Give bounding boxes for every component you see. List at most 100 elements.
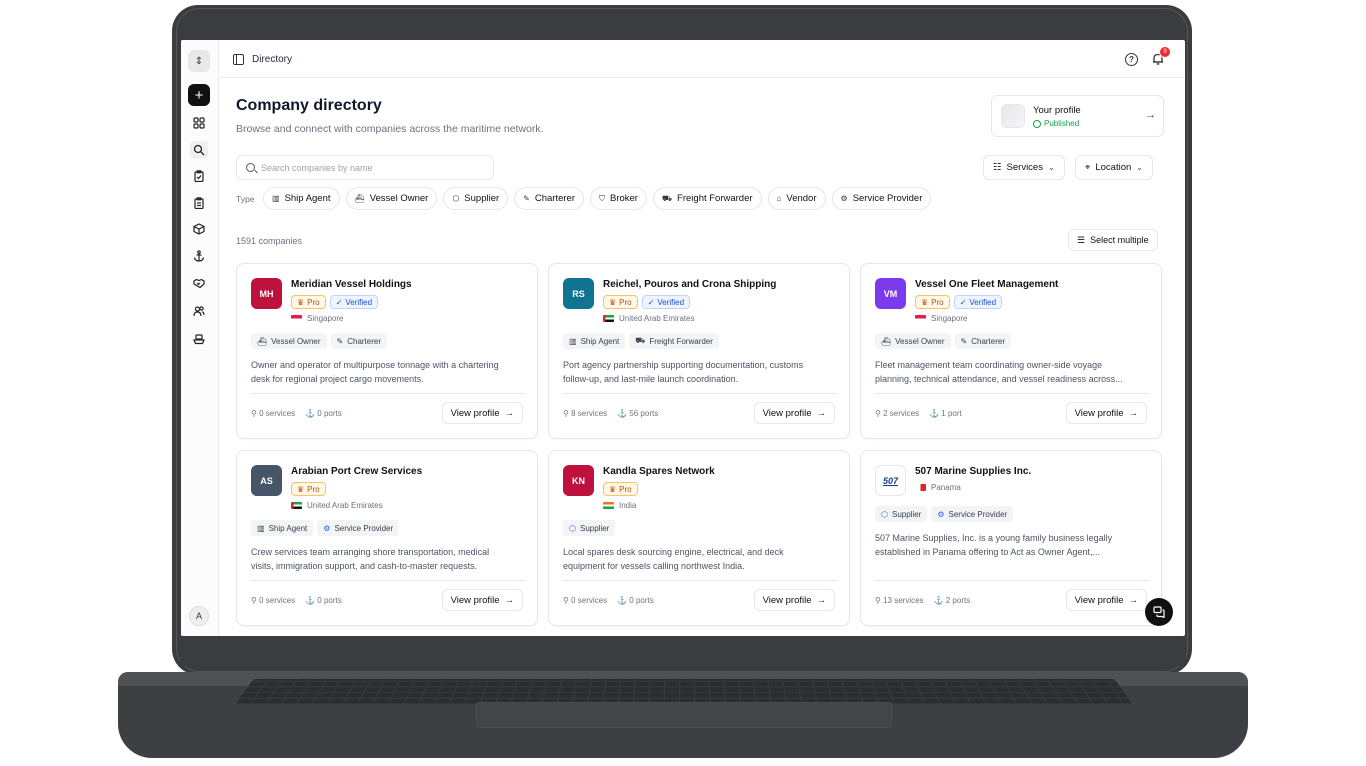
ship-icon: [193, 334, 205, 345]
anchor-icon: [193, 250, 205, 262]
type-filter-chips: ▥ Ship Agent ⛴ Vessel Owner ⬡ Supplier ✎ Cha…: [263, 187, 932, 210]
type-filter-label: Type: [236, 194, 255, 204]
tag-label: Supplier: [579, 523, 610, 533]
description-line: Owner and operator of multipurpose tonna…: [251, 360, 499, 370]
card-divider: [875, 580, 1149, 581]
tag: ⬡ Supplier: [875, 506, 928, 522]
chip-service-provider[interactable]: ⚙ Service Provider: [831, 187, 932, 210]
company-name: Vessel One Fleet Management: [915, 279, 1059, 290]
tag-label: Service Provider: [334, 523, 394, 533]
description-line: Crew services team arranging shore trans…: [251, 547, 490, 557]
sidebar-item-ports[interactable]: [190, 247, 208, 265]
package-icon: ⬡: [569, 523, 576, 533]
view-profile-button[interactable]: View profile →: [1065, 402, 1147, 424]
view-profile-button[interactable]: View profile →: [441, 589, 523, 611]
arrow-right-icon: →: [1145, 109, 1156, 121]
ports-count: ⚓ 1 port: [929, 409, 962, 418]
view-profile-label: View profile: [1074, 407, 1124, 419]
tag-label: Freight Forwarder: [649, 336, 713, 346]
services-count: ⚲ 8 services: [563, 409, 607, 418]
tag: ✎ Charterer: [330, 333, 388, 349]
arrow-right-icon: →: [816, 407, 827, 419]
company-card[interactable]: RS Reichel, Pouros and Crona Shipping ♛ P…: [548, 263, 850, 439]
chip-supplier[interactable]: ⬡ Supplier: [443, 187, 509, 210]
sidebar: ⇕ + A: [181, 40, 219, 636]
card-divider: [563, 580, 837, 581]
services-text: 8 services: [571, 409, 608, 418]
file-edit-icon: ✎: [523, 194, 530, 203]
description-line: 507 Marine Supplies, Inc. is a young fam…: [875, 533, 1113, 543]
company-description: Fleet management team coordinating owner…: [875, 358, 1151, 386]
view-profile-button[interactable]: View profile →: [1065, 589, 1147, 611]
ports-text: 1 port: [941, 409, 962, 418]
select-multiple-button[interactable]: ☰ Select multiple: [1068, 229, 1158, 251]
company-card[interactable]: MH Meridian Vessel Holdings ♛ Pro ✓ Verifi…: [236, 263, 538, 439]
pro-label: Pro: [619, 297, 632, 307]
sidebar-item-documents[interactable]: [190, 194, 208, 212]
help-circle-icon[interactable]: ?: [1125, 53, 1138, 66]
chip-broker[interactable]: ⛉ Broker: [589, 187, 647, 210]
company-card[interactable]: AS Arabian Port Crew Services ♛ Pro Unite…: [236, 450, 538, 626]
search-input[interactable]: [261, 160, 486, 176]
workspace-switcher[interactable]: ⇕: [188, 50, 210, 72]
sidebar-toggle-icon[interactable]: [233, 54, 244, 65]
chip-freight-forwarder[interactable]: ⛟ Freight Forwarder: [652, 187, 762, 210]
tag-label: Supplier: [891, 509, 922, 519]
ports-text: 56 ports: [629, 409, 659, 418]
company-tags: ⛴ Vessel Owner ✎ Charterer: [251, 333, 388, 349]
view-profile-button[interactable]: View profile →: [753, 589, 835, 611]
ports-count: ⚓ 0 ports: [617, 596, 654, 605]
arrow-right-icon: →: [504, 407, 515, 419]
ports-count: ⚓ 0 ports: [305, 596, 342, 605]
profile-status: Published: [1044, 119, 1080, 128]
company-location: India: [603, 501, 636, 510]
chat-button[interactable]: [1145, 598, 1173, 626]
sidebar-item-fleet[interactable]: [190, 330, 208, 348]
tag-label: Charterer: [971, 336, 1006, 346]
chip-vendor[interactable]: ⌂ Vendor: [767, 187, 826, 210]
chip-label: Charterer: [534, 193, 575, 204]
sidebar-item-team[interactable]: [190, 302, 208, 320]
building-icon: ▥: [569, 336, 577, 346]
globe-icon: [1033, 120, 1041, 128]
chip-charterer[interactable]: ✎ Charterer: [514, 187, 584, 210]
chip-vessel-owner[interactable]: ⛴ Vessel Owner: [345, 187, 438, 210]
plus-icon: +: [194, 86, 204, 104]
services-count: ⚲ 0 services: [251, 409, 295, 418]
sidebar-item-directory[interactable]: [190, 141, 208, 159]
search-field[interactable]: [236, 155, 494, 180]
main-content: Company directory Browse and connect wit…: [219, 78, 1185, 636]
tag: ⛴ Vessel Owner: [251, 333, 327, 349]
sidebar-item-partners[interactable]: [190, 274, 208, 292]
location-filter-button[interactable]: ⌖ Location ⌄: [1075, 155, 1153, 180]
ports-count: ⚓ 2 ports: [934, 596, 971, 605]
list-checks-icon: ☰: [1077, 234, 1086, 245]
company-badges: ♛ Pro: [603, 482, 638, 496]
view-profile-button[interactable]: View profile →: [441, 402, 523, 424]
description-line: visits, immigration support, and cash-to…: [251, 561, 478, 571]
company-card[interactable]: 507 507 Marine Supplies Inc. Panama ⬡ Sup…: [860, 450, 1162, 626]
company-meta: ⚲ 0 services ⚓ 0 ports: [251, 596, 342, 605]
view-profile-button[interactable]: View profile →: [753, 402, 835, 424]
sidebar-item-products[interactable]: [190, 220, 208, 238]
results-count: 1591 companies: [236, 236, 303, 246]
user-avatar[interactable]: A: [189, 606, 209, 626]
company-card[interactable]: VM Vessel One Fleet Management ♛ Pro ✓ Ver…: [860, 263, 1162, 439]
ship-icon: ⛴: [881, 336, 892, 346]
tag: ▥ Ship Agent: [251, 520, 314, 536]
new-button[interactable]: +: [188, 84, 210, 106]
sidebar-item-tasks[interactable]: [190, 167, 208, 185]
your-profile-card[interactable]: Your profile Published →: [991, 95, 1164, 137]
company-card[interactable]: KN Kandla Spares Network ♛ Pro India ⬡ Sup…: [548, 450, 850, 626]
chip-label: Service Provider: [852, 193, 923, 204]
arrow-right-icon: →: [1128, 407, 1139, 419]
sidebar-item-dashboard[interactable]: [190, 114, 208, 132]
ports-text: 0 ports: [317, 596, 342, 605]
flag-singapore-icon: [915, 315, 926, 322]
pro-label: Pro: [619, 484, 632, 494]
services-filter-button[interactable]: ☷ Services ⌄: [983, 155, 1065, 180]
laptop-trackpad: [476, 702, 892, 728]
company-badges: ♛ Pro: [291, 482, 326, 496]
anchor-icon: ⚓: [617, 596, 630, 605]
chip-ship-agent[interactable]: ▥ Ship Agent: [263, 187, 340, 210]
